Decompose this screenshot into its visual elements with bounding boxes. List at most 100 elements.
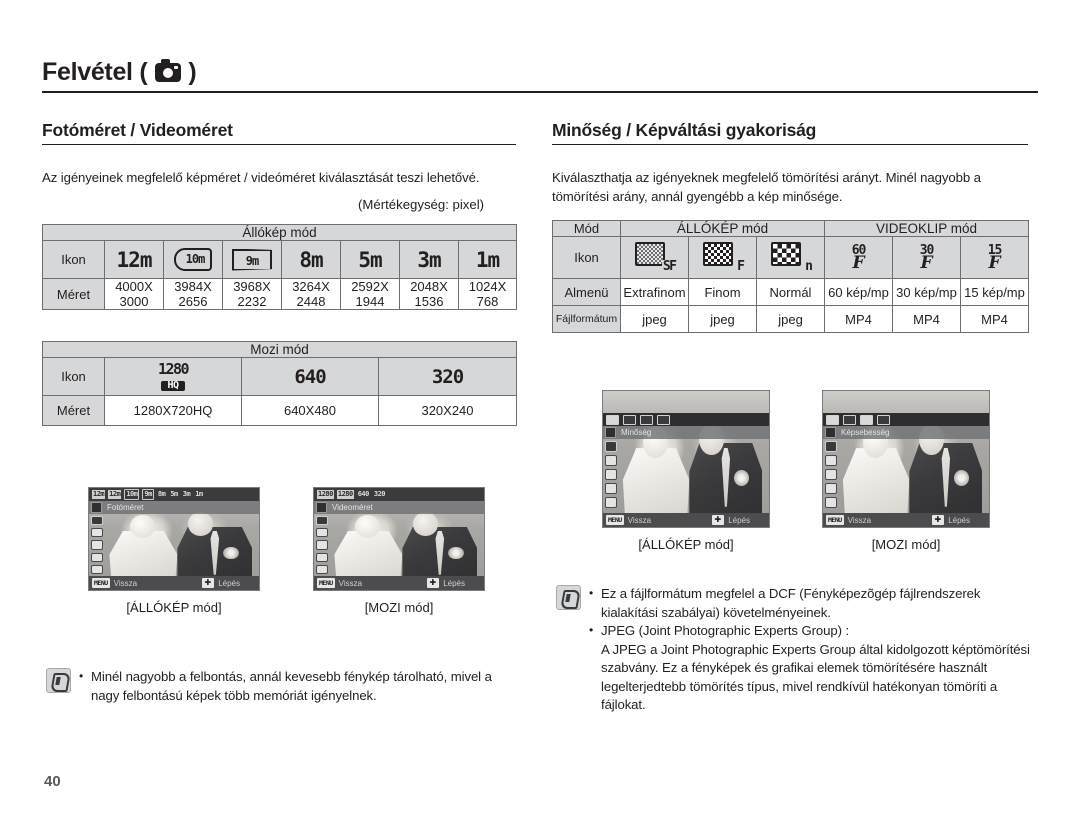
icon-normal: n xyxy=(755,236,826,279)
camera-icon xyxy=(155,59,182,82)
size-line-1: 3984X xyxy=(174,279,212,294)
size-line-1: 2048X xyxy=(410,279,448,294)
lcd-submenu-item[interactable] xyxy=(606,414,619,425)
lcd-submenu-item[interactable] xyxy=(640,414,653,425)
lcd-dpad-icon[interactable]: ✚ xyxy=(426,578,440,588)
size-line-2: 2656 xyxy=(178,294,208,309)
lcd-top-icon-selected[interactable]: 1280 xyxy=(336,490,354,499)
row-label-almenu: Almenü xyxy=(552,278,621,306)
lcd-top-icon[interactable]: 10m xyxy=(124,489,140,500)
size-line-2: 2448 xyxy=(296,294,326,309)
size-line-2: 1944 xyxy=(355,294,385,309)
lcd-submenu-item-selected[interactable] xyxy=(860,414,873,425)
lcd-submenu-item[interactable] xyxy=(657,414,670,425)
submenu-cell: 60 kép/mp xyxy=(824,278,894,306)
lcd-top-icon[interactable]: 1m xyxy=(194,490,203,499)
lcd-rail-item[interactable] xyxy=(316,540,328,550)
lcd-rail-item[interactable] xyxy=(605,497,617,508)
table-row: Almenü Extrafinom Finom Normál 60 kép/mp… xyxy=(552,278,1030,306)
lcd-dpad-icon[interactable]: ✚ xyxy=(711,515,725,525)
icon-quality-letter: SF xyxy=(661,259,677,274)
row-label-mod: Mód xyxy=(552,220,621,237)
lcd-rail-item[interactable] xyxy=(605,469,617,480)
lcd-rail-item[interactable] xyxy=(316,552,328,562)
lcd-rail-item[interactable] xyxy=(825,483,837,494)
lcd-menu-icon xyxy=(605,427,616,438)
submenu-cell: Extrafinom xyxy=(620,278,689,306)
icon-1280hq: 1280 HQ xyxy=(104,357,242,396)
left-section-heading: Fotóméret / Videoméret xyxy=(42,120,516,149)
format-cell: MP4 xyxy=(892,305,962,333)
lcd-top-icon[interactable]: 8m xyxy=(157,490,166,499)
lcd-rail-item[interactable] xyxy=(316,528,328,538)
lcd-step-label: Lépés xyxy=(443,578,465,588)
lcd-submenu-row xyxy=(823,413,989,426)
lcd-top-icon[interactable]: 640 xyxy=(357,490,370,499)
lcd-submenu-item[interactable] xyxy=(826,414,839,425)
lcd-rail-item[interactable] xyxy=(825,455,837,466)
size-line-1: 1024X xyxy=(468,279,507,294)
lcd-top-icon[interactable]: 5m xyxy=(169,490,178,499)
lcd-back-label: Vissza xyxy=(847,515,872,525)
size-cell: 1280X720HQ xyxy=(104,395,242,426)
lcd-top-icon[interactable]: 1280 xyxy=(317,490,334,499)
lcd-screen: 12m 12m 10m 9m 8m 5m 3m 1m Fotóméret MEN… xyxy=(88,487,260,591)
row-label-ikon: Ikon xyxy=(552,236,621,279)
note-pen-icon xyxy=(556,585,581,610)
lcd-rail-item[interactable] xyxy=(91,540,103,550)
lcd-screenshot-stillmode: 12m 12m 10m 9m 8m 5m 3m 1m Fotóméret MEN… xyxy=(88,487,260,615)
size-cell: 3984X 2656 xyxy=(163,278,223,310)
icon-30fps: 30 F xyxy=(892,236,962,279)
lcd-rail-item[interactable] xyxy=(605,455,617,466)
lcd-rail-item[interactable] xyxy=(91,516,103,526)
lcd-menu-title: Fotóméret xyxy=(107,503,144,512)
size-cell: 3264X 2448 xyxy=(281,278,341,310)
lcd-rail-item[interactable] xyxy=(91,564,103,575)
lcd-menu-icon xyxy=(91,502,102,513)
lcd-submenu-item[interactable] xyxy=(843,414,856,425)
right-intro-paragraph: Kiválaszthatja az igényeknek megfelelő t… xyxy=(552,170,981,204)
lcd-top-icon[interactable]: 12m xyxy=(92,490,106,499)
lcd-rail-item[interactable] xyxy=(316,516,328,526)
lcd-rail-item[interactable] xyxy=(605,483,617,494)
lcd-submenu-item[interactable] xyxy=(877,414,890,425)
lcd-menu-key[interactable]: MENU xyxy=(606,515,624,525)
icon-320: 320 xyxy=(377,357,518,396)
photo-boutonniere xyxy=(448,547,464,560)
quality-frame-rate-table: Mód ÁLLÓKÉP mód VIDEOKLIP mód Ikon SF F … xyxy=(552,220,1030,333)
lcd-rail-item[interactable] xyxy=(605,441,617,452)
size-line-2: 2232 xyxy=(237,294,267,309)
table-row: Ikon 12m 10m 9m 8m 5m 3m 1m xyxy=(42,240,518,279)
lcd-rail-item[interactable] xyxy=(91,552,103,562)
right-note-body: Ez a fájlformátum megfelel a DCF (Fényké… xyxy=(589,584,1034,715)
lcd-screenshot-moviemode: 1280 1280 640 320 Videoméret MENU Vissza… xyxy=(313,487,485,615)
lcd-back-label: Vissza xyxy=(627,515,652,525)
icon-15fps: 15 F xyxy=(960,236,1030,279)
left-section-title: Fotóméret / Videoméret xyxy=(42,120,233,140)
lcd-top-icon[interactable]: 320 xyxy=(373,490,386,499)
lcd-rail-item[interactable] xyxy=(91,528,103,538)
size-cell: 640X480 xyxy=(241,395,379,426)
lcd-menu-key[interactable]: MENU xyxy=(317,578,335,588)
lcd-dpad-icon[interactable]: ✚ xyxy=(201,578,215,588)
lcd-dpad-icon[interactable]: ✚ xyxy=(931,515,945,525)
lcd-menu-key[interactable]: MENU xyxy=(826,515,844,525)
lcd-top-icon-selected[interactable]: 12m xyxy=(108,490,122,499)
lcd-menu-key[interactable]: MENU xyxy=(92,578,110,588)
lcd-rail-item[interactable] xyxy=(825,469,837,480)
table-row: Méret 1280X720HQ 640X480 320X240 xyxy=(42,395,518,426)
photo-boutonniere xyxy=(223,547,239,560)
lcd-step-label: Lépés xyxy=(948,515,970,525)
page-title-text: Felvétel ( xyxy=(42,58,148,86)
lcd-top-icon[interactable]: 9m xyxy=(142,489,154,500)
format-cell: MP4 xyxy=(824,305,894,333)
icon-640: 640 xyxy=(241,357,379,396)
icon-superfine: SF xyxy=(620,236,689,279)
lcd-rail-item[interactable] xyxy=(825,441,837,452)
lcd-top-icon[interactable]: 3m xyxy=(182,490,191,499)
icon-12m: 12m xyxy=(104,240,164,279)
lcd-rail-item[interactable] xyxy=(825,497,837,508)
lcd-submenu-item[interactable] xyxy=(623,414,636,425)
lcd-rail-item[interactable] xyxy=(316,564,328,575)
still-table-caption: Állókép mód xyxy=(41,224,518,241)
